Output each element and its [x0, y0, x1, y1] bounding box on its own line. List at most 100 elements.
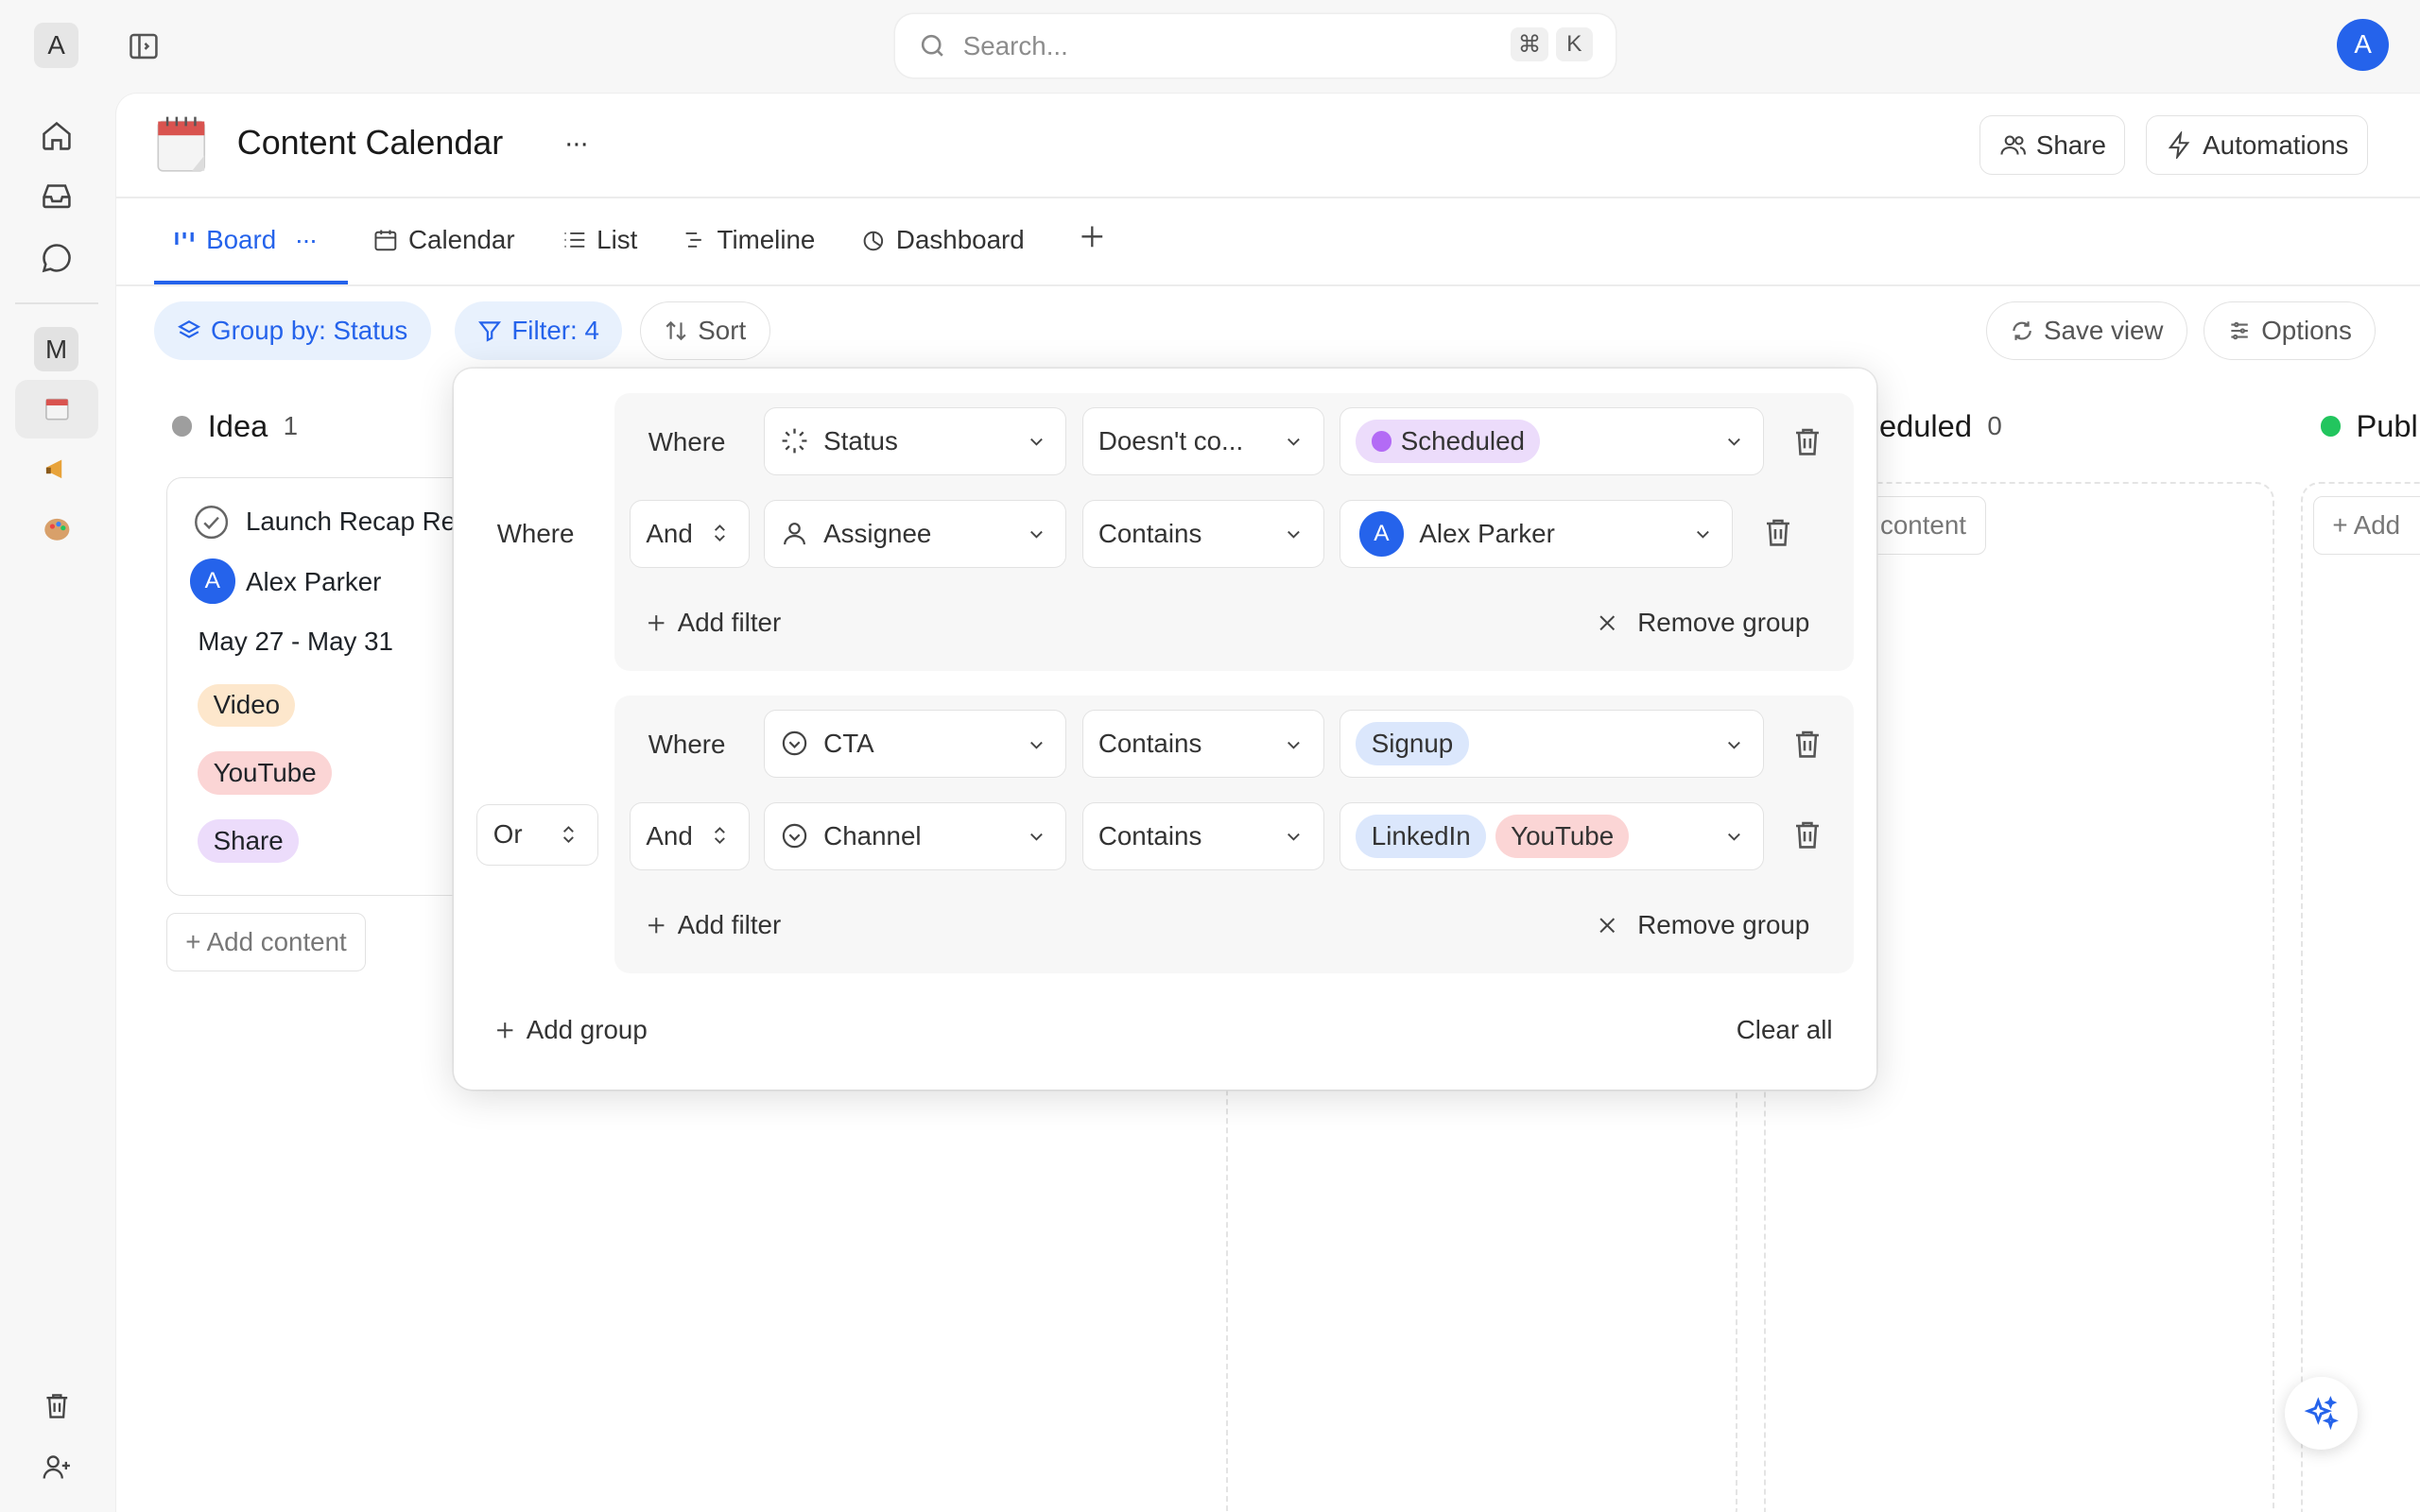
- chevron-down-icon: [1727, 438, 1740, 447]
- value-chip: Signup: [1356, 722, 1469, 765]
- column-count: 0: [1987, 411, 2002, 441]
- delete-filter-icon[interactable]: [1790, 727, 1824, 761]
- save-view-label: Save view: [2044, 316, 2164, 346]
- header-divider: [116, 197, 2420, 198]
- group-by-label: Group by: Status: [210, 316, 408, 346]
- clear-all-button[interactable]: Clear all: [1737, 1015, 1833, 1045]
- tab-calendar[interactable]: Calendar: [372, 225, 515, 255]
- sidebar-toggle-icon[interactable]: [127, 29, 161, 63]
- field-select[interactable]: Assignee: [764, 499, 1067, 568]
- filter-button[interactable]: Filter: 4: [454, 301, 623, 361]
- operator-label: Contains: [1098, 728, 1202, 758]
- close-icon: [1599, 615, 1616, 631]
- field-select[interactable]: Status: [764, 407, 1067, 475]
- add-content-button[interactable]: + Add content: [165, 912, 367, 971]
- options-button[interactable]: Options: [2203, 301, 2377, 361]
- filter-popover: Where Where Status Doesn't co... Schedul…: [454, 369, 1877, 1090]
- calendar-icon: [374, 230, 397, 251]
- filter-icon: [478, 321, 502, 342]
- status-dot: [172, 416, 193, 437]
- trash-icon[interactable]: [37, 1385, 77, 1425]
- operator-select[interactable]: Contains: [1081, 801, 1324, 870]
- add-filter-button[interactable]: Add filter: [645, 910, 781, 940]
- add-group-button[interactable]: Add group: [493, 1015, 648, 1045]
- value-select[interactable]: LinkedIn YouTube: [1340, 801, 1765, 870]
- tab-timeline[interactable]: Timeline: [682, 225, 815, 255]
- inbox-icon[interactable]: [37, 176, 77, 215]
- field-label: Status: [823, 425, 898, 455]
- close-icon: [1599, 918, 1616, 934]
- content-card[interactable]: Launch Recap Re A Alex Parker May 27 - M…: [165, 477, 491, 896]
- board-icon: [175, 232, 195, 245]
- search-placeholder: Search...: [962, 30, 1068, 60]
- chevron-down-icon: [1029, 833, 1043, 842]
- megaphone-page-icon[interactable]: [15, 439, 98, 498]
- tab-more-button[interactable]: ···: [295, 225, 318, 255]
- automations-button[interactable]: Automations: [2146, 114, 2369, 176]
- add-filter-button[interactable]: Add filter: [645, 608, 781, 638]
- field-select[interactable]: CTA: [764, 710, 1067, 778]
- user-avatar[interactable]: A: [2336, 18, 2390, 72]
- filter-group: Where CTA Contains Signup And Channel Co…: [614, 696, 1854, 974]
- value-chip-label: Scheduled: [1400, 425, 1525, 455]
- delete-filter-icon[interactable]: [1790, 817, 1824, 851]
- calendar-page-icon[interactable]: [15, 379, 99, 438]
- conjunction-label: And: [646, 820, 693, 850]
- chat-icon[interactable]: [37, 237, 77, 277]
- column-header-idea: Idea 1: [172, 408, 298, 444]
- plus-icon: [648, 615, 665, 631]
- column-header-scheduled: eduled 0: [1879, 408, 2002, 444]
- tag-share: Share: [198, 819, 299, 863]
- sort-button[interactable]: Sort: [639, 301, 770, 361]
- chevron-down-icon: [1288, 741, 1301, 749]
- group-by-button[interactable]: Group by: Status: [153, 301, 431, 361]
- tab-list[interactable]: List: [562, 225, 637, 255]
- home-icon[interactable]: [37, 115, 77, 155]
- add-filter-label: Add filter: [677, 910, 782, 940]
- page-more-button[interactable]: ···: [564, 128, 589, 160]
- sparkle-icon: [2304, 1396, 2340, 1431]
- tab-timeline-label: Timeline: [717, 224, 816, 254]
- conjunction-select[interactable]: And: [630, 499, 751, 568]
- member-avatar[interactable]: M: [33, 327, 79, 372]
- workspace-avatar[interactable]: A: [33, 23, 79, 68]
- ai-assistant-button[interactable]: [2285, 1377, 2359, 1451]
- add-content-button[interactable]: + Add: [2312, 496, 2420, 556]
- conjunction-select[interactable]: And: [630, 801, 751, 870]
- save-view-button[interactable]: Save view: [1985, 301, 2187, 361]
- tab-dashboard[interactable]: Dashboard: [860, 225, 1025, 255]
- filter-label: Filter: 4: [511, 316, 599, 346]
- field-select[interactable]: Channel: [764, 801, 1067, 870]
- chevron-down-icon: [1727, 833, 1740, 842]
- tab-board-label: Board: [206, 224, 277, 254]
- value-select[interactable]: Signup: [1340, 710, 1765, 778]
- search-bar[interactable]: Search... ⌘ K: [894, 13, 1616, 77]
- plus-icon: [648, 918, 665, 934]
- column-title: Idea: [207, 408, 268, 444]
- palette-page-icon[interactable]: [15, 500, 98, 558]
- operator-select[interactable]: Doesn't co...: [1081, 407, 1324, 475]
- share-button[interactable]: Share: [1979, 114, 2126, 176]
- delete-filter-icon[interactable]: [1761, 515, 1795, 549]
- remove-group-button[interactable]: Remove group: [1596, 608, 1809, 638]
- operator-select[interactable]: Contains: [1081, 499, 1324, 568]
- group-conjunction-select[interactable]: Or: [476, 803, 599, 866]
- operator-select[interactable]: Contains: [1081, 710, 1324, 778]
- timeline-icon: [685, 232, 701, 248]
- automations-label: Automations: [2203, 129, 2349, 160]
- value-chip: LinkedIn: [1356, 815, 1487, 858]
- value-select[interactable]: A Alex Parker: [1340, 499, 1734, 568]
- value-select[interactable]: Scheduled: [1340, 407, 1765, 475]
- delete-filter-icon[interactable]: [1790, 424, 1824, 458]
- lightning-icon: [2168, 130, 2190, 160]
- remove-group-label: Remove group: [1637, 910, 1810, 940]
- plus-icon: [1081, 226, 1103, 248]
- check-circle-icon[interactable]: [193, 504, 230, 541]
- users-icon: [2000, 135, 2026, 155]
- add-view-button[interactable]: [1077, 221, 1108, 252]
- add-user-icon[interactable]: [37, 1447, 77, 1486]
- remove-group-button[interactable]: Remove group: [1596, 910, 1809, 940]
- list-icon: [564, 232, 584, 248]
- field-label: CTA: [823, 728, 874, 758]
- tab-board[interactable]: Board ···: [172, 224, 318, 255]
